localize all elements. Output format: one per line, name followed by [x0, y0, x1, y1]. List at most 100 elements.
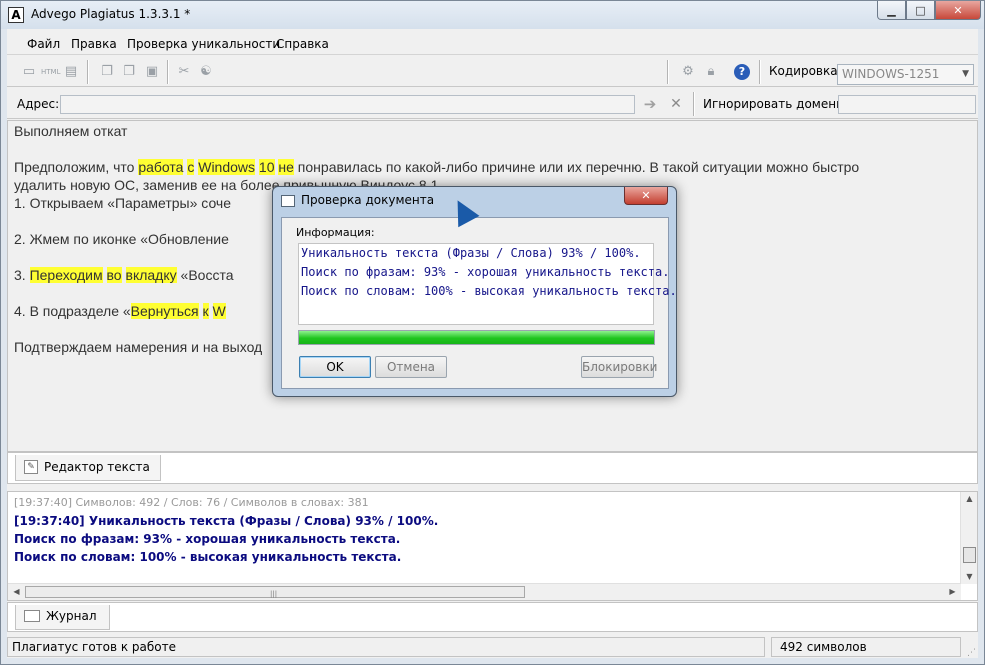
toolbar: ▭ HTML ▤ ❐ ❐ ▣ ✂ ☯ ⚙ 🔒︎ ? Кодировка: — [7, 56, 978, 87]
log-line: Поиск по словам: 100% - высокая уникальн… — [14, 550, 402, 564]
toolbar-separator — [87, 60, 89, 84]
journal-tab-strip: Журнал — [7, 602, 978, 632]
dialog-title: Проверка документа — [301, 193, 435, 207]
progress-bar — [298, 330, 655, 345]
address-label: Адрес: — [17, 97, 60, 111]
encoding-select[interactable]: WINDOWS-1251 ▼ — [837, 64, 974, 85]
highlighted-word: 10 — [258, 159, 275, 175]
editor-text — [209, 303, 213, 319]
toolbar-separator — [759, 60, 761, 84]
editor-text: «Восста — [176, 267, 234, 283]
clear-icon[interactable]: ✕ — [667, 95, 685, 113]
menu-edit[interactable]: Правка — [71, 37, 117, 51]
info-label: Информация: — [296, 226, 375, 239]
highlighted-word: работа — [138, 159, 184, 175]
gear-icon[interactable]: ⚙ — [680, 64, 696, 80]
address-bar: Адрес: ➔ ✕ Игнорировать домены: — [7, 88, 978, 119]
editor-text: 3. — [14, 267, 30, 283]
encoding-value: WINDOWS-1251 — [842, 67, 940, 81]
toolbar-separator — [667, 60, 669, 84]
resize-grip-icon[interactable]: ⋰ — [967, 648, 976, 658]
editor-line: Выполняем откат — [14, 123, 128, 139]
scroll-thumb[interactable]: ||| — [25, 586, 525, 598]
character-count: 492 символов — [771, 637, 961, 657]
journal-icon — [24, 610, 40, 622]
scroll-right-icon[interactable]: ▶ — [944, 585, 961, 599]
editor-line: 4. В подразделе «Вернуться к W — [14, 303, 226, 319]
ignore-domains-label: Игнорировать домены: — [703, 97, 850, 111]
copy2-icon[interactable]: ❐ — [121, 64, 137, 80]
log-panel[interactable]: [19:37:40] Символов: 492 / Слов: 76 / Си… — [7, 491, 978, 601]
highlighted-word: во — [106, 267, 122, 283]
menu-file[interactable]: Файл — [27, 37, 60, 51]
log-vertical-scrollbar[interactable]: ▲ ▼ — [960, 492, 977, 584]
highlighted-word: вкладку — [125, 267, 177, 283]
chevron-down-icon: ▼ — [962, 69, 969, 79]
dialog-close-button[interactable]: ✕ — [624, 187, 668, 205]
copy-icon[interactable]: ❐ — [99, 64, 115, 80]
window-title: Advego Plagiatus 1.3.3.1 * — [31, 7, 191, 21]
status-bar: Плагиатус готов к работе 492 символов ⋰ — [7, 635, 978, 658]
highlighted-word: Windows — [198, 159, 256, 175]
paste-icon[interactable]: ▣ — [144, 64, 160, 80]
editor-text: понравилась по какой-либо причине или их… — [293, 159, 860, 175]
yin-yang-icon[interactable]: ☯ — [198, 64, 214, 80]
editor-line: 3. Переходим во вкладку «Восста — [14, 267, 233, 283]
info-text-box[interactable]: Уникальность текста (Фразы / Слова) 93% … — [298, 243, 677, 325]
highlighted-word: не — [278, 159, 294, 175]
highlighted-word: Переходим — [29, 267, 103, 283]
log-line: Поиск по фразам: 93% - хорошая уникально… — [14, 532, 401, 546]
editor-text — [199, 303, 203, 319]
app-logo-icon: A — [8, 7, 24, 23]
blocks-button[interactable]: Блокировки — [581, 356, 657, 378]
highlighted-word: к — [202, 303, 209, 319]
ok-button[interactable]: OK — [299, 356, 371, 378]
encoding-label: Кодировка: — [769, 64, 842, 78]
scroll-down-icon[interactable]: ▼ — [961, 570, 977, 584]
editor-line: Предположим, что работа с Windows 10 не … — [14, 159, 859, 175]
html-icon[interactable]: HTML — [41, 64, 60, 80]
editor-line: 2. Жмем по иконке «Обновление — [14, 231, 229, 247]
scroll-thumb[interactable] — [963, 547, 976, 563]
grip-icon: ||| — [270, 590, 278, 598]
lock-icon[interactable]: 🔒︎ — [703, 64, 719, 80]
info-line: Уникальность текста (Фразы / Слова) 93% … — [301, 246, 641, 260]
tab-label: Журнал — [46, 609, 97, 623]
settings-icon[interactable]: ✂ — [176, 64, 192, 80]
toolbar-separator — [167, 60, 169, 84]
scroll-up-icon[interactable]: ▲ — [961, 492, 977, 506]
log-line: [19:37:40] Уникальность текста (Фразы / … — [14, 514, 439, 528]
log-horizontal-scrollbar[interactable]: ◀ ||| ▶ — [8, 583, 961, 600]
editor-text — [122, 267, 126, 283]
address-input[interactable] — [60, 95, 635, 114]
editor-text — [103, 267, 107, 283]
close-button[interactable]: ✕ — [935, 1, 981, 20]
help-icon[interactable]: ? — [734, 64, 750, 80]
document-edit-icon: ✎ — [24, 460, 38, 474]
maximize-button[interactable]: □ — [906, 1, 935, 20]
dialog-body: Информация: Уникальность текста (Фразы /… — [281, 217, 677, 389]
new-doc-icon[interactable]: ▭ — [21, 64, 37, 80]
editor-line: 1. Открываем «Параметры» соче — [14, 195, 232, 211]
info-line: Поиск по словам: 100% - высокая уникальн… — [301, 284, 677, 298]
cancel-button[interactable]: Отмена — [375, 356, 447, 378]
status-message: Плагиатус готов к работе — [7, 637, 765, 657]
tab-text-editor[interactable]: ✎ Редактор текста — [15, 455, 161, 481]
window-controls: ▁ □ ✕ — [877, 1, 981, 20]
address-separator — [693, 92, 695, 116]
editor-tab-strip: ✎ Редактор текста — [7, 452, 978, 484]
tab-label: Редактор текста — [44, 460, 150, 474]
title-bar[interactable]: A Advego Plagiatus 1.3.3.1 * ▁ □ ✕ — [1, 1, 984, 29]
ignore-domains-input[interactable] — [838, 95, 976, 114]
save-icon[interactable]: ▤ — [63, 64, 79, 80]
minimize-button[interactable]: ▁ — [877, 1, 906, 20]
menu-uniqueness-check[interactable]: Проверка уникальности — [127, 37, 280, 51]
log-stats-line: [19:37:40] Символов: 492 / Слов: 76 / Си… — [14, 496, 369, 509]
highlighted-word: W — [212, 303, 226, 319]
progress-fill — [299, 331, 654, 344]
scroll-left-icon[interactable]: ◀ — [8, 585, 25, 599]
editor-text: 4. В подразделе « — [14, 303, 131, 319]
tab-journal[interactable]: Журнал — [15, 605, 110, 630]
menu-help[interactable]: Справка — [276, 37, 329, 51]
go-arrow-icon[interactable]: ➔ — [641, 95, 659, 113]
